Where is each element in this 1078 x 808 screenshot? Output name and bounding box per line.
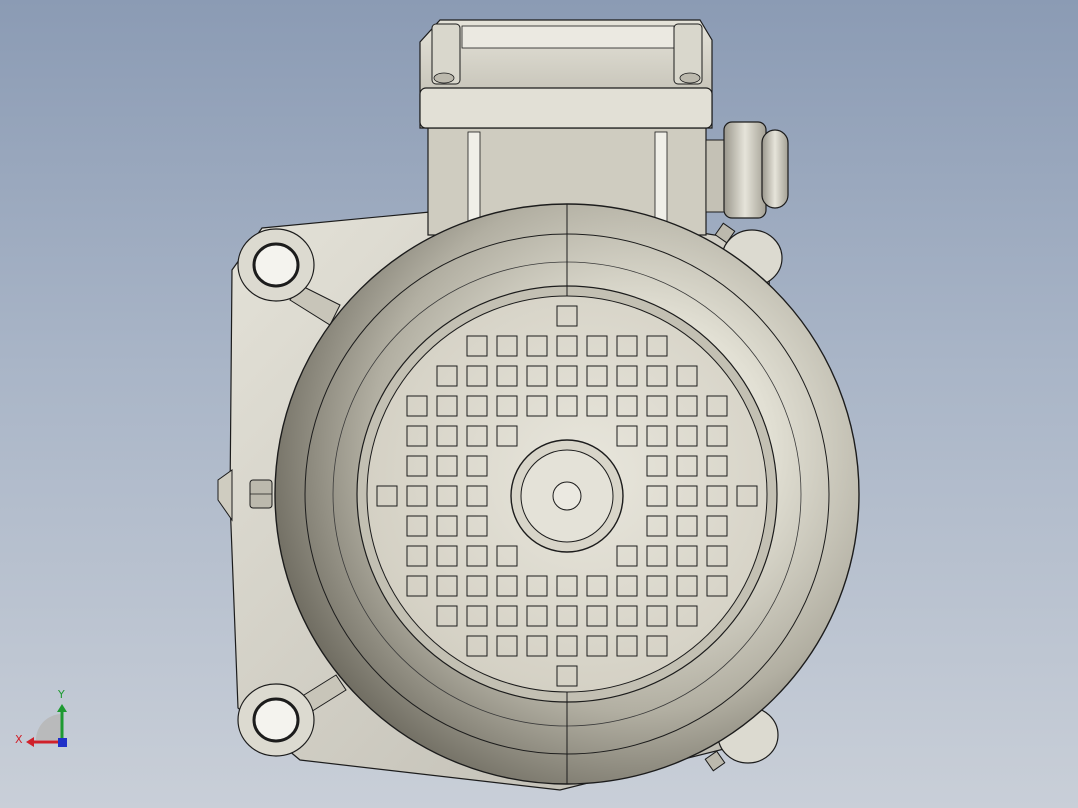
fan-cover-hub[interactable]	[510, 439, 624, 553]
view-orientation-triad[interactable]	[26, 704, 67, 747]
cover-screw-bottom[interactable]	[704, 750, 726, 772]
x-axis-arrowhead-icon	[26, 737, 34, 747]
mount-hole-top-left[interactable]	[237, 228, 315, 302]
triad-plane-icon	[36, 714, 62, 740]
z-axis-origin-icon	[58, 738, 67, 747]
triad-x-label: X	[15, 733, 23, 746]
triad-y-label: Y	[58, 688, 65, 701]
mount-hole-bottom-left[interactable]	[237, 683, 315, 757]
terminal-box-screw-left[interactable]	[431, 23, 461, 85]
terminal-box[interactable]	[419, 19, 713, 236]
y-axis-arrowhead-icon	[57, 704, 67, 712]
terminal-box-screw-right[interactable]	[673, 23, 703, 85]
side-bolt[interactable]	[249, 479, 273, 509]
cable-gland[interactable]	[705, 121, 789, 219]
motor-model[interactable]	[0, 0, 1078, 808]
cad-viewport[interactable]: X Y	[0, 0, 1078, 808]
